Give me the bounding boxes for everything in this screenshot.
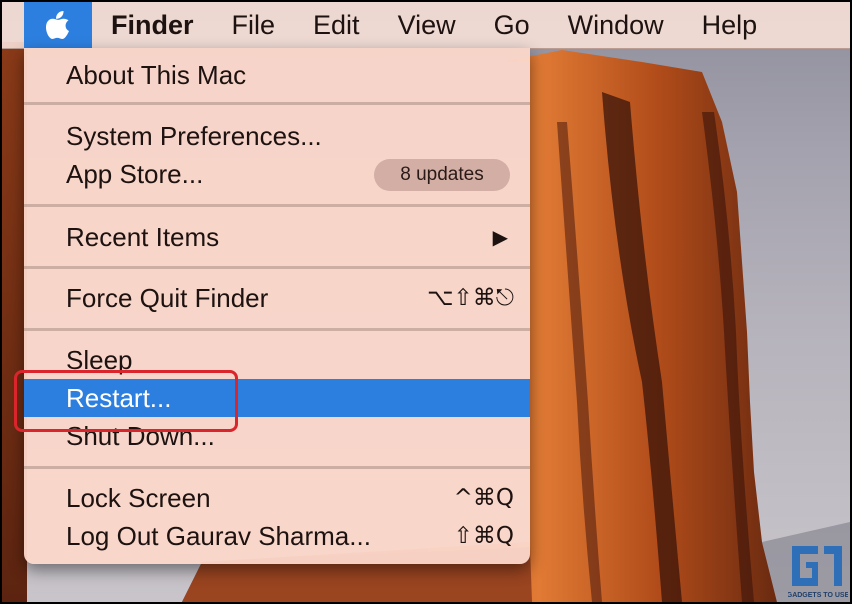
svg-text:GADGETS TO USE: GADGETS TO USE xyxy=(788,592,848,599)
menu-item-label: Log Out Gaurav Sharma... xyxy=(66,521,371,551)
menu-go[interactable]: Go xyxy=(475,2,549,48)
menu-item-force-quit[interactable]: Force Quit Finder ⌥⇧⌘⎋ xyxy=(24,279,530,317)
menu-bar: Finder File Edit View Go Window Help xyxy=(2,2,850,49)
keyboard-shortcut: ⇧⌘Q xyxy=(453,523,514,549)
menu-file[interactable]: File xyxy=(213,2,295,48)
keyboard-shortcut: ^⌘Q xyxy=(453,485,514,511)
menu-item-label: App Store... xyxy=(66,159,204,189)
menu-edit[interactable]: Edit xyxy=(294,2,379,48)
menu-item-lock-screen[interactable]: Lock Screen ^⌘Q xyxy=(24,479,530,517)
menu-help[interactable]: Help xyxy=(683,2,777,48)
menu-item-log-out[interactable]: Log Out Gaurav Sharma... ⇧⌘Q xyxy=(24,517,530,555)
menu-item-about-this-mac[interactable]: About This Mac xyxy=(24,56,530,94)
gadgets-to-use-logo-icon: GADGETS TO USE xyxy=(788,546,848,599)
menu-separator xyxy=(24,266,530,269)
menu-item-label: Recent Items xyxy=(66,222,220,252)
menu-separator xyxy=(24,204,530,207)
apple-logo-icon xyxy=(46,11,69,39)
menu-separator xyxy=(24,102,530,105)
apple-dropdown-menu: About This Mac System Preferences... App… xyxy=(24,48,530,564)
menu-separator xyxy=(24,328,530,331)
menu-finder[interactable]: Finder xyxy=(92,2,213,48)
menu-item-recent-items[interactable]: Recent Items ▶ xyxy=(24,218,530,256)
menu-item-label: System Preferences... xyxy=(66,121,322,151)
menu-view[interactable]: View xyxy=(379,2,475,48)
menu-item-label: About This Mac xyxy=(66,60,247,90)
screenshot-frame: Finder File Edit View Go Window Help Abo… xyxy=(0,0,852,604)
menu-window[interactable]: Window xyxy=(549,2,683,48)
menu-item-label: Force Quit Finder xyxy=(66,283,269,313)
keyboard-shortcut: ⌥⇧⌘⎋ xyxy=(427,285,514,311)
apple-menu-button[interactable] xyxy=(24,2,92,48)
menu-separator xyxy=(24,466,530,469)
menu-item-label: Lock Screen xyxy=(66,483,211,513)
annotation-highlight-box xyxy=(14,370,238,432)
app-store-updates-badge: 8 updates xyxy=(374,159,510,191)
menu-item-system-preferences[interactable]: System Preferences... xyxy=(24,117,530,155)
submenu-arrow-icon: ▶ xyxy=(492,225,508,249)
